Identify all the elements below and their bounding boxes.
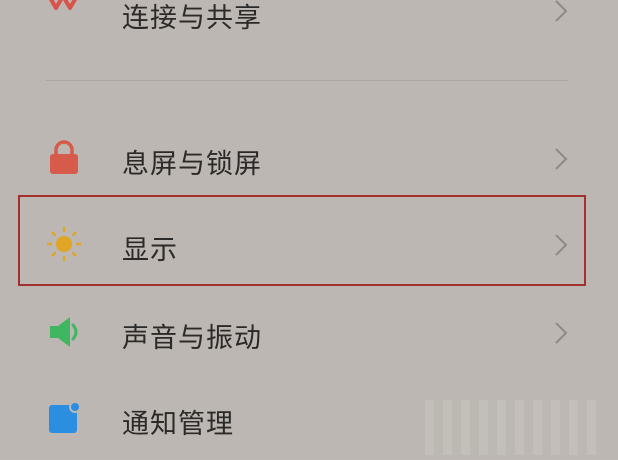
chevron-right-icon xyxy=(552,232,570,258)
notification-icon xyxy=(46,400,82,436)
settings-item-label: 息屏与锁屏 xyxy=(122,149,262,180)
settings-screen: 连接与共享 息屏与锁屏 显示 声音与振动 通知管理 xyxy=(0,0,618,459)
section-divider xyxy=(46,80,568,81)
lock-icon xyxy=(46,140,82,176)
chevron-right-icon xyxy=(552,0,570,24)
settings-item-label: 通知管理 xyxy=(122,409,234,440)
chevron-right-icon xyxy=(552,146,570,172)
watermark xyxy=(425,400,600,455)
speaker-icon xyxy=(46,314,82,350)
sun-icon xyxy=(46,226,82,262)
settings-item-display[interactable]: 显示 xyxy=(0,202,618,286)
settings-item-label: 声音与振动 xyxy=(122,323,262,354)
settings-item-label: 显示 xyxy=(122,235,178,266)
settings-item-label: 连接与共享 xyxy=(122,3,262,34)
chevron-right-icon xyxy=(552,320,570,346)
settings-item-connection[interactable]: 连接与共享 xyxy=(0,0,618,42)
settings-item-sound[interactable]: 声音与振动 xyxy=(0,290,618,374)
connection-icon xyxy=(46,0,82,30)
settings-item-lockscreen[interactable]: 息屏与锁屏 xyxy=(0,116,618,200)
